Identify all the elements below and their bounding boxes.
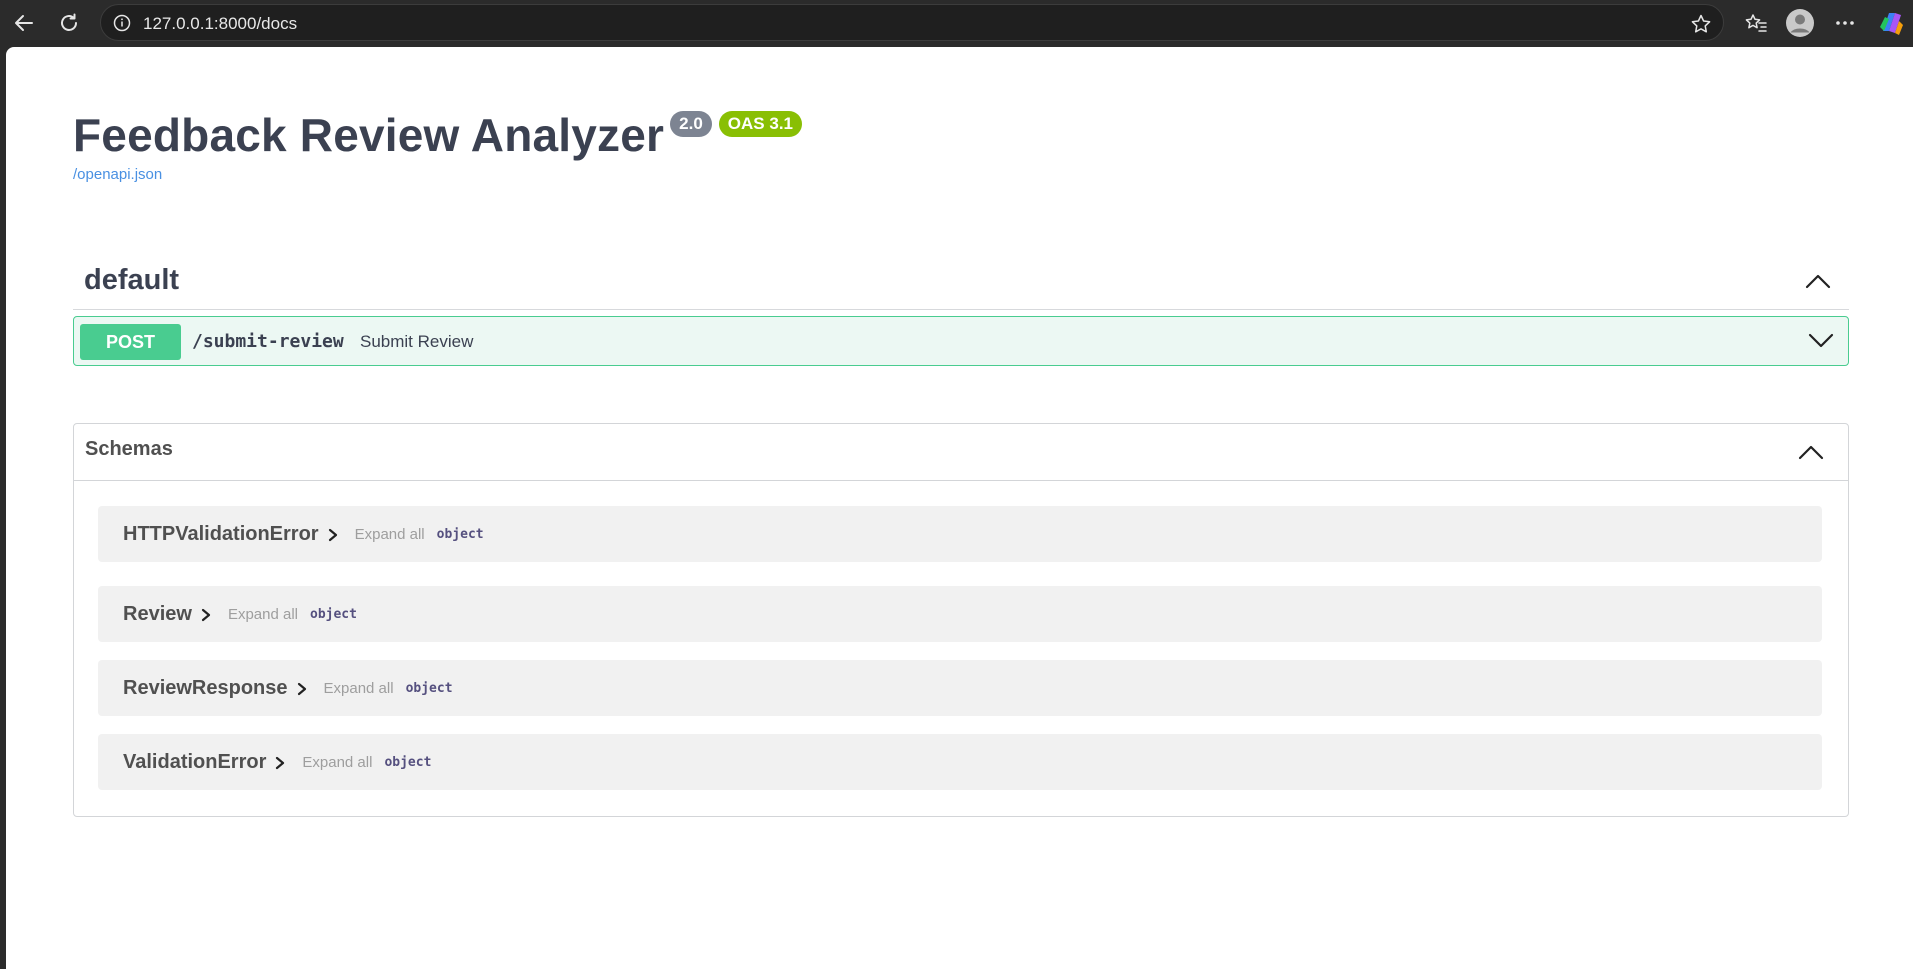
schema-row[interactable]: ReviewResponse Expand all object bbox=[98, 660, 1822, 716]
operation-path: /submit-review bbox=[192, 331, 344, 352]
openapi-json-link[interactable]: /openapi.json bbox=[73, 166, 162, 183]
schema-name[interactable]: ReviewResponse bbox=[123, 677, 288, 700]
schema-type: object bbox=[436, 527, 484, 542]
schema-row[interactable]: Review Expand all object bbox=[98, 586, 1822, 642]
method-badge: POST bbox=[80, 324, 181, 360]
api-info: Feedback Review Analyzer 2.0 OAS 3.1 bbox=[73, 107, 802, 163]
chevron-right-icon[interactable] bbox=[296, 682, 308, 696]
schema-name[interactable]: HTTPValidationError bbox=[123, 523, 319, 546]
version-badge: 2.0 bbox=[670, 111, 712, 137]
chevron-up-icon[interactable] bbox=[1798, 444, 1824, 460]
url-text[interactable]: 127.0.0.1:8000/docs bbox=[143, 14, 297, 34]
operation-post-submit-review[interactable]: POST /submit-review Submit Review bbox=[73, 316, 1849, 366]
oas-badge: OAS 3.1 bbox=[718, 111, 802, 137]
browser-toolbar: 127.0.0.1:8000/docs bbox=[0, 0, 1913, 46]
schema-type: object bbox=[405, 681, 453, 696]
schemas-title: Schemas bbox=[85, 438, 173, 460]
schema-type: object bbox=[310, 607, 357, 622]
profile-icon[interactable] bbox=[1784, 7, 1816, 39]
swagger-page: Feedback Review Analyzer 2.0 OAS 3.1 /op… bbox=[6, 47, 1913, 969]
reload-icon[interactable] bbox=[53, 7, 85, 39]
expand-all-link[interactable]: Expand all bbox=[302, 754, 372, 771]
schemas-header[interactable]: Schemas bbox=[74, 424, 1848, 481]
chevron-right-icon[interactable] bbox=[200, 608, 212, 622]
schema-name[interactable]: Review bbox=[123, 603, 192, 626]
schema-row[interactable]: HTTPValidationError Expand all object bbox=[98, 506, 1822, 562]
tag-default-header[interactable]: default bbox=[73, 252, 1849, 310]
info-icon[interactable] bbox=[113, 14, 131, 32]
chevron-right-icon[interactable] bbox=[327, 528, 339, 542]
copilot-icon[interactable] bbox=[1875, 7, 1907, 39]
star-icon[interactable] bbox=[1689, 12, 1713, 36]
address-bar[interactable]: 127.0.0.1:8000/docs bbox=[100, 4, 1724, 41]
favorites-icon[interactable] bbox=[1740, 7, 1772, 39]
schemas-section: Schemas HTTPValidationError Expand all o… bbox=[73, 423, 1849, 817]
expand-all-link[interactable]: Expand all bbox=[324, 680, 394, 697]
tag-title: default bbox=[84, 264, 180, 296]
schema-name[interactable]: ValidationError bbox=[123, 751, 266, 774]
chevron-right-icon[interactable] bbox=[274, 756, 286, 770]
chevron-down-icon[interactable] bbox=[1808, 333, 1834, 349]
expand-all-link[interactable]: Expand all bbox=[355, 526, 425, 543]
schema-type: object bbox=[384, 755, 432, 770]
operation-summary: Submit Review bbox=[360, 332, 474, 351]
more-icon[interactable] bbox=[1829, 7, 1861, 39]
schema-row[interactable]: ValidationError Expand all object bbox=[98, 734, 1822, 790]
expand-all-link[interactable]: Expand all bbox=[228, 606, 298, 623]
page-title: Feedback Review Analyzer bbox=[73, 109, 665, 161]
chevron-up-icon[interactable] bbox=[1805, 273, 1831, 289]
back-arrow-icon[interactable] bbox=[8, 7, 40, 39]
